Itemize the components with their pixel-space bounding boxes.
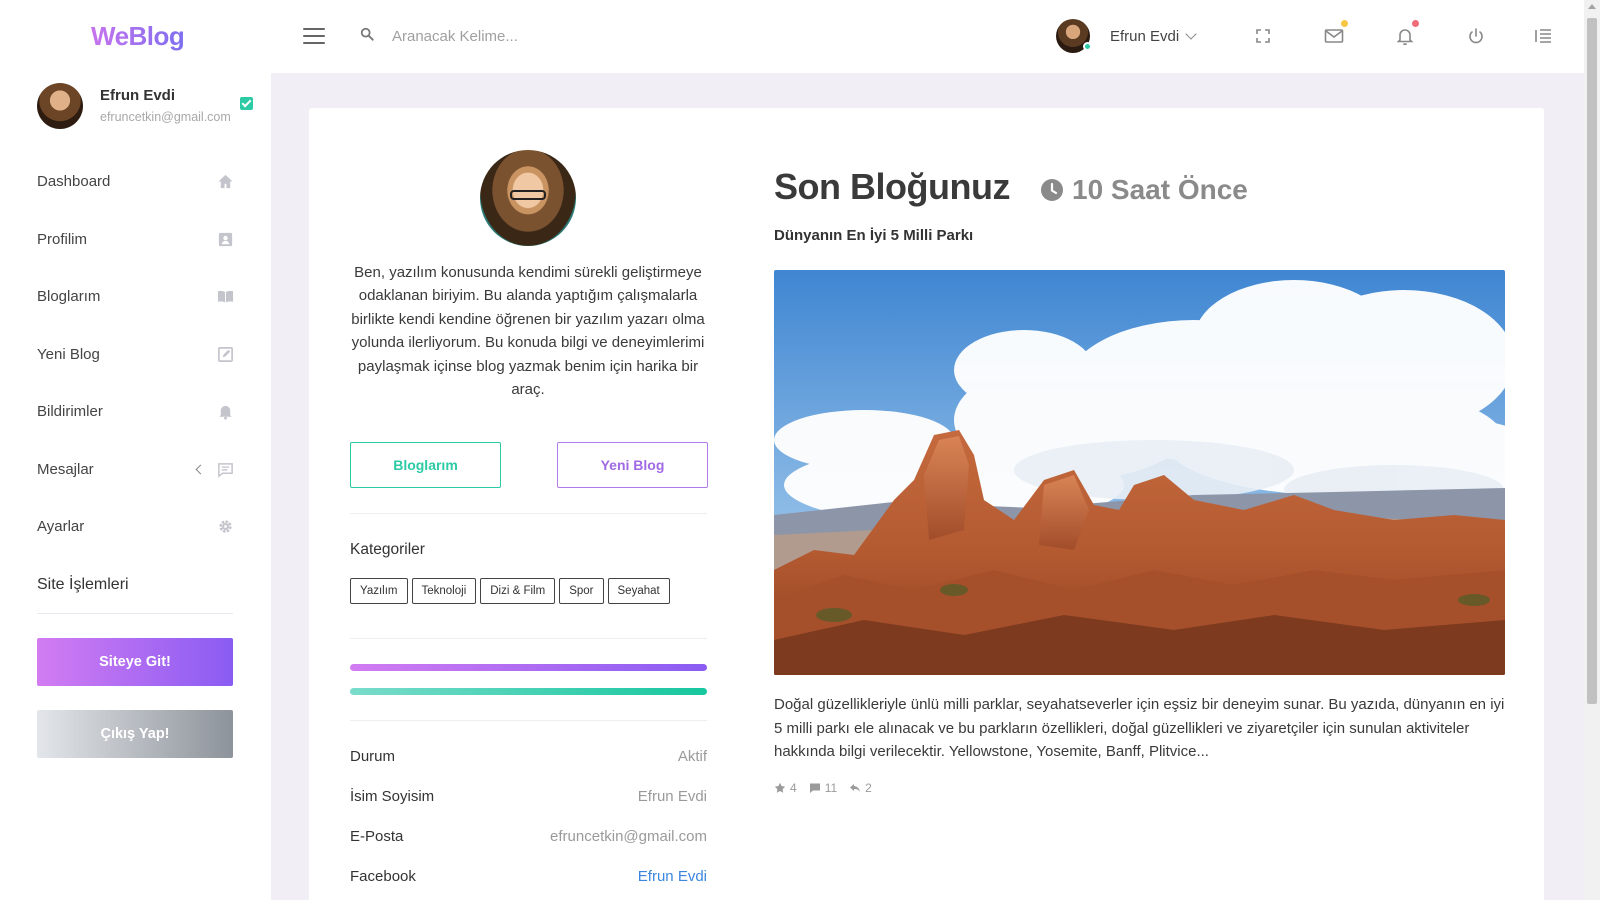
progress-bar-green [350, 688, 707, 695]
book-icon [216, 288, 234, 306]
sidebar-item-profilim[interactable]: Profilim [37, 211, 234, 269]
search-input[interactable] [392, 22, 692, 50]
sidebar-item-label: Dashboard [37, 173, 111, 191]
sidebar-item-label: Ayarlar [37, 518, 85, 536]
go-to-site-button[interactable]: Siteye Git! [37, 638, 233, 686]
post-excerpt: Doğal güzellikleriyle ünlü milli parklar… [774, 696, 1505, 760]
post-title[interactable]: Dünyanın En İyi 5 Milli Parkı [774, 227, 973, 244]
online-status-dot [1083, 42, 1092, 51]
chevron-down-icon [1185, 28, 1197, 40]
profile-avatar [480, 150, 576, 246]
star-icon [774, 782, 786, 793]
divider [37, 613, 233, 614]
post-stats: 4 11 2 [774, 781, 872, 795]
info-row-name: İsim Soyisim Efrun Evdi [350, 788, 707, 805]
divider [350, 720, 707, 721]
profile-card-icon [216, 230, 234, 248]
main-card: Ben, yazılım konusunda kendimi sürekli g… [309, 108, 1544, 900]
message-icon [216, 460, 234, 478]
top-bar: WeBlog Efrun Evdi [0, 0, 1584, 73]
sidebar-item-mesajlar[interactable]: Mesajlar [37, 441, 234, 499]
avatar [37, 83, 83, 129]
sidebar-item-bloglarim[interactable]: Bloglarım [37, 268, 234, 326]
clock-icon [1041, 179, 1063, 201]
category-tag[interactable]: Dizi & Film [480, 578, 556, 604]
power-icon[interactable] [1465, 25, 1487, 47]
sidebar-item-bildirimler[interactable]: Bildirimler [37, 383, 234, 441]
mail-icon[interactable] [1323, 20, 1348, 47]
gear-icon [216, 518, 234, 536]
app-logo[interactable]: WeBlog [91, 21, 185, 52]
divider [350, 638, 707, 639]
fullscreen-icon[interactable] [1252, 25, 1274, 47]
sidebar-item-label: Profilim [37, 230, 88, 248]
sidebar-profile[interactable]: Efrun Evdi efruncetkin@gmail.com [37, 83, 253, 133]
bell-icon [216, 403, 234, 421]
chevron-left-icon [195, 464, 206, 475]
facebook-link[interactable]: Efrun Evdi [638, 868, 707, 885]
search-icon [360, 27, 374, 41]
user-name: Efrun Evdi [1110, 27, 1180, 45]
info-key: Facebook [350, 868, 416, 885]
category-tag[interactable]: Spor [559, 578, 604, 604]
profile-name: Efrun Evdi [100, 87, 176, 104]
sidebar-item-ayarlar[interactable]: Ayarlar [37, 498, 234, 556]
reply-icon [850, 784, 861, 792]
section-title: Site İşlemleri [37, 576, 129, 593]
comment-icon [809, 783, 820, 793]
my-blogs-button[interactable]: Bloglarım [350, 442, 501, 488]
comment-count[interactable]: 11 [809, 781, 837, 795]
avatar [1056, 19, 1092, 53]
post-time-text: 10 Saat Önce [1072, 174, 1248, 205]
sidebar-item-label: Yeni Blog [37, 345, 100, 363]
edit-icon [216, 345, 234, 363]
bell-notification-dot [1412, 20, 1419, 27]
sidebar-item-label: Mesajlar [37, 460, 94, 478]
verified-check-icon [240, 97, 253, 110]
home-icon [216, 173, 234, 191]
post-time: 10 Saat Önce [1040, 174, 1248, 206]
info-key: İsim Soyisim [350, 788, 435, 805]
list-indent-icon[interactable] [1532, 25, 1554, 47]
sidebar-nav: Dashboard Profilim Bloglarım Yeni Blog B… [37, 153, 234, 556]
progress-bar-purple [350, 664, 707, 671]
menu-toggle-icon[interactable] [303, 28, 325, 44]
info-value: Aktif [677, 748, 707, 765]
info-row-status: Durum Aktif [350, 748, 707, 765]
new-blog-button[interactable]: Yeni Blog [557, 442, 708, 488]
user-menu[interactable]: Efrun Evdi [1056, 18, 1197, 54]
profile-bio: Ben, yazılım konusunda kendimi sürekli g… [351, 264, 705, 399]
sidebar-item-dashboard[interactable]: Dashboard [37, 153, 234, 211]
categories-title: Kategoriler [350, 541, 425, 558]
scroll-up-arrow-icon[interactable] [1588, 4, 1596, 9]
profile-email: efruncetkin@gmail.com [100, 110, 231, 124]
info-row-email: E-Posta efruncetkin@gmail.com [350, 828, 707, 845]
info-key: Durum [350, 748, 396, 765]
sidebar: Efrun Evdi efruncetkin@gmail.com Dashboa… [0, 73, 271, 900]
category-tags: Yazılım Teknoloji Dizi & Film Spor Seyah… [350, 578, 670, 604]
info-key: E-Posta [350, 828, 404, 845]
sidebar-item-label: Bildirimler [37, 403, 103, 421]
category-tag[interactable]: Teknoloji [411, 578, 477, 604]
info-row-facebook: Facebook Efrun Evdi [350, 868, 707, 885]
share-count[interactable]: 2 [849, 781, 872, 795]
sidebar-item-label: Bloglarım [37, 288, 101, 306]
bell-icon[interactable] [1394, 20, 1419, 47]
info-value: Efrun Evdi [637, 788, 707, 805]
info-value: efruncetkin@gmail.com [550, 828, 707, 845]
star-count[interactable]: 4 [774, 781, 797, 795]
sidebar-item-yeni-blog[interactable]: Yeni Blog [37, 326, 234, 384]
latest-blog-heading: Son Bloğunuz [774, 166, 1010, 207]
post-image[interactable] [774, 270, 1505, 675]
mail-notification-dot [1341, 20, 1348, 27]
category-tag[interactable]: Seyahat [607, 578, 670, 604]
scrollbar-thumb[interactable] [1587, 18, 1597, 704]
divider [350, 513, 707, 514]
logout-button[interactable]: Çıkış Yap! [37, 710, 233, 758]
category-tag[interactable]: Yazılım [350, 578, 408, 604]
